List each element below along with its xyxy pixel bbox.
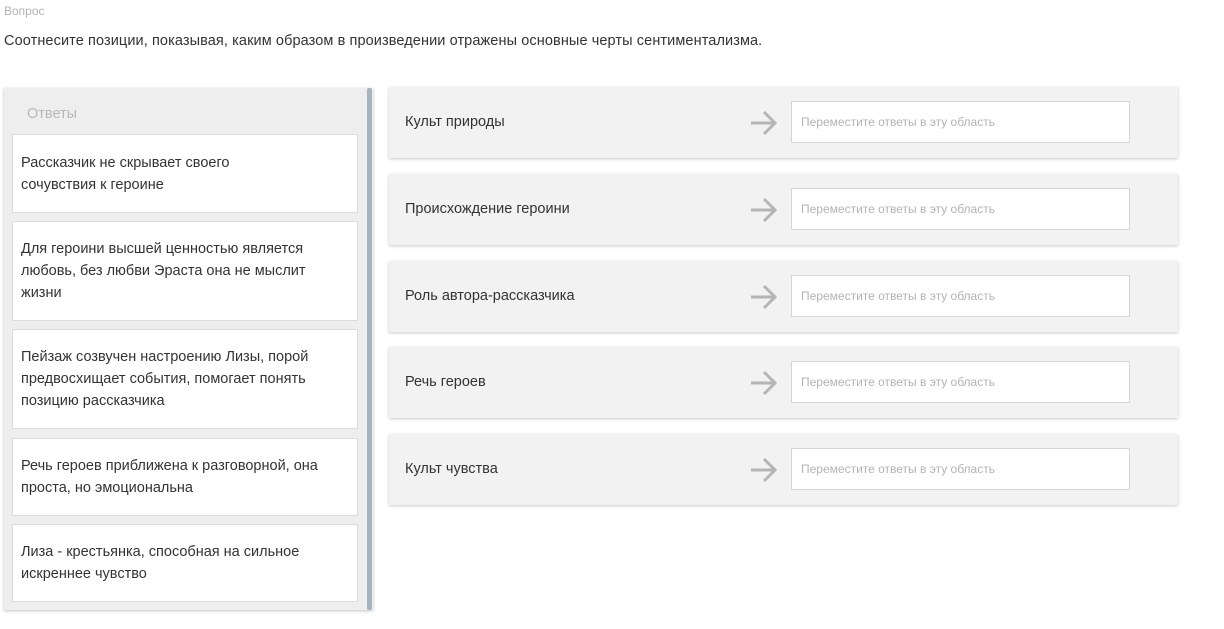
dropzone[interactable]: Переместите ответы в эту область: [791, 101, 1130, 143]
dropzone[interactable]: Переместите ответы в эту область: [791, 448, 1130, 490]
answer-text: Для героини высшей ценностью является лю…: [21, 241, 306, 301]
dropzone[interactable]: Переместите ответы в эту область: [791, 188, 1130, 230]
arrow-right-icon: [751, 457, 778, 483]
arrow-right-icon: [751, 110, 778, 136]
answer-card[interactable]: Пейзаж созвучен настроению Лизы, порой п…: [12, 329, 358, 429]
target-label: Роль автора-рассказчика: [405, 288, 575, 304]
answer-text: Рассказчик не скрывает своего сочувствия…: [21, 154, 230, 193]
answer-card[interactable]: Рассказчик не скрывает своего сочувствия…: [12, 134, 358, 213]
answers-panel: Ответы Рассказчик не скрывает своего соч…: [4, 88, 373, 610]
target-row: Роль автора-рассказчика Переместите отве…: [389, 261, 1178, 332]
question-label: Вопрос: [4, 4, 45, 18]
target-label: Культ чувства: [405, 461, 498, 477]
target-row: Культ природы Переместите ответы в эту о…: [389, 87, 1178, 158]
answer-card[interactable]: Лиза - крестьянка, способная на сильное …: [12, 524, 358, 602]
dropzone[interactable]: Переместите ответы в эту область: [791, 275, 1130, 317]
answer-card[interactable]: Речь героев приближена к разговорной, он…: [12, 438, 358, 516]
question-text: Соотнесите позиции, показывая, каким обр…: [4, 33, 763, 49]
answers-scrollbar[interactable]: [367, 88, 372, 610]
dropzone[interactable]: Переместите ответы в эту область: [791, 361, 1130, 403]
answer-text: Речь героев приближена к разговорной, он…: [21, 458, 318, 496]
matching-question: Вопрос Соотнесите позиции, показывая, ка…: [0, 0, 1224, 629]
target-row: Культ чувства Переместите ответы в эту о…: [389, 434, 1178, 505]
target-label: Культ природы: [405, 114, 505, 130]
answer-text: Пейзаж созвучен настроению Лизы, порой п…: [21, 349, 309, 409]
target-row: Речь героев Переместите ответы в эту обл…: [389, 347, 1178, 418]
arrow-right-icon: [751, 197, 778, 223]
arrow-right-icon: [751, 284, 778, 310]
answer-text: Лиза - крестьянка, способная на сильное …: [21, 544, 300, 582]
target-label: Речь героев: [405, 374, 486, 390]
target-label: Происхождение героини: [405, 201, 570, 217]
target-row: Происхождение героини Переместите ответы…: [389, 174, 1178, 245]
answer-card[interactable]: Для героини высшей ценностью является лю…: [12, 221, 358, 321]
arrow-right-icon: [751, 370, 778, 396]
answers-title: Ответы: [27, 106, 78, 122]
